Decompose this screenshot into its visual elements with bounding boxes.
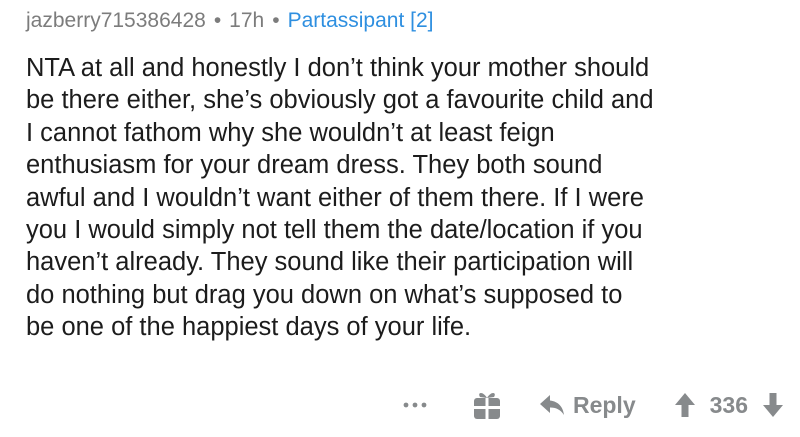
more-options-icon: [403, 402, 427, 408]
comment-body-line: haven’t already. They sound like their p…: [26, 248, 634, 277]
vote-score: 336: [709, 391, 748, 418]
comment-body-line: be there either, she’s obviously got a f…: [26, 86, 654, 115]
meta-separator: •: [272, 9, 280, 32]
username[interactable]: jazberry715386428: [26, 9, 206, 32]
reply-arrow-icon: [539, 395, 564, 415]
comment-body-line: NTA at all and honestly I don’t think yo…: [26, 54, 650, 82]
comment-body-line: I cannot fathom why she wouldn’t at leas…: [26, 118, 555, 147]
comment-body-line: be one of the happiest days of your life…: [26, 313, 472, 342]
comment-body-line: do nothing but drag you down on what’s s…: [26, 280, 623, 309]
reply-label: Reply: [572, 391, 636, 418]
give-award-button[interactable]: [469, 387, 505, 423]
gift-icon: [473, 393, 500, 419]
comment-body: NTA at all and honestly I don’t think yo…: [26, 52, 776, 344]
comment-age: 17h: [229, 9, 265, 32]
downvote-arrow-icon: [763, 393, 783, 417]
upvote-button[interactable]: [670, 390, 700, 420]
more-options-button[interactable]: [395, 385, 435, 425]
comment: jazberry715386428 • 17h • Partassipant [2] N…: [26, 0, 786, 437]
upvote-arrow-icon: [674, 393, 695, 417]
comment-actions: Reply 336: [395, 385, 788, 425]
comment-meta: jazberry715386428 • 17h • Partassipant [2]: [26, 6, 434, 36]
downvote-button[interactable]: [758, 390, 788, 420]
comment-body-line: you I would simply not tell them the dat…: [26, 216, 643, 245]
comment-body-line: awful and I wouldn’t want either of them…: [26, 183, 644, 212]
meta-separator: •: [213, 9, 222, 32]
comment-body-line: enthusiasm for your dream dress. They bo…: [26, 151, 603, 180]
user-flair: Partassipant [2]: [287, 9, 434, 32]
reply-button[interactable]: Reply: [539, 392, 636, 419]
